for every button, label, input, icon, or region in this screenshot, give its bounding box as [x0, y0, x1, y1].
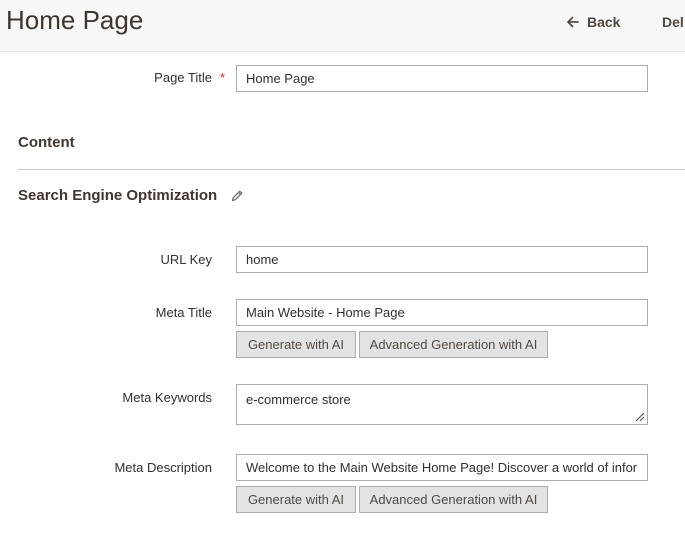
meta-description-generate-ai-button[interactable]: Generate with AI [236, 486, 356, 513]
meta-keywords-label: Meta Keywords [122, 390, 212, 405]
meta-title-input[interactable] [236, 299, 648, 326]
meta-title-advanced-ai-button[interactable]: Advanced Generation with AI [359, 331, 548, 358]
meta-description-label: Meta Description [114, 460, 212, 475]
arrow-left-icon [567, 16, 579, 28]
meta-title-generate-ai-button[interactable]: Generate with AI [236, 331, 356, 358]
page-title-label: Page Title [154, 70, 212, 85]
pencil-icon[interactable] [230, 189, 244, 203]
resize-grip-icon[interactable] [634, 411, 645, 422]
meta-keywords-textarea[interactable]: e-commerce store [236, 384, 648, 425]
url-key-input[interactable] [236, 246, 648, 273]
page-title-input[interactable] [236, 65, 648, 92]
meta-description-advanced-ai-button[interactable]: Advanced Generation with AI [359, 486, 548, 513]
required-indicator: * [220, 70, 226, 85]
delete-button[interactable]: Del [662, 12, 684, 32]
url-key-label: URL Key [160, 252, 212, 267]
meta-title-label: Meta Title [155, 305, 212, 320]
page-title: Home Page [6, 5, 144, 35]
page-header: Home Page Back Del [0, 0, 685, 52]
content-section-title[interactable]: Content [18, 134, 75, 151]
back-button-label: Back [587, 14, 621, 30]
seo-section-title[interactable]: Search Engine Optimization [18, 187, 217, 204]
section-divider [18, 169, 685, 170]
meta-description-input[interactable] [236, 454, 648, 481]
back-button[interactable]: Back [566, 12, 620, 32]
